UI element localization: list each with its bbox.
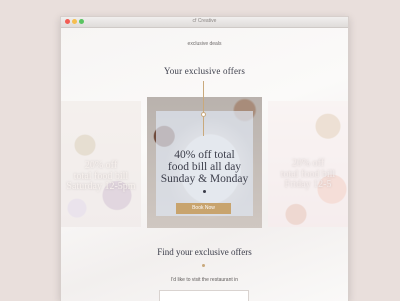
offer-card-saturday[interactable]: 20% off total food bill Saturday 12-5pm: [61, 101, 141, 227]
page-content: exclusive deals Your exclusive offers 20…: [61, 28, 348, 301]
book-now-button[interactable]: Book Now: [176, 203, 231, 214]
offer-line: food bill all day: [167, 161, 242, 174]
page-subtitle: exclusive deals: [187, 41, 222, 47]
title-bar: cf Creative: [61, 17, 348, 28]
browser-window: cf Creative exclusive deals Your exclusi…: [60, 16, 349, 301]
offer-text: 40% off total food bill all day Sunday &…: [147, 149, 262, 185]
offer-line: Saturday 12-5pm: [66, 181, 136, 192]
offer-line: Sunday & Monday: [160, 173, 249, 186]
offer-text: 20% off total food bill Saturday 12-5pm: [61, 160, 141, 193]
find-offers-heading: Find your exclusive offers: [157, 247, 252, 257]
window-title: cf Creative: [192, 18, 217, 24]
restaurant-location-select[interactable]: [159, 290, 249, 301]
visit-label: I'd like to visit the restaurant in: [170, 277, 239, 283]
offer-line: Friday 12-5: [284, 179, 332, 190]
dot-divider-icon: [202, 264, 205, 267]
divider-line: [203, 81, 204, 113]
page-title: Your exclusive offers: [163, 66, 246, 76]
offer-text: 20% off total food bill Friday 12-5: [268, 158, 348, 191]
dot-divider-icon: [203, 190, 206, 193]
offer-card-friday[interactable]: 20% off total food bill Friday 12-5: [268, 101, 348, 227]
offer-line: 20% off: [84, 160, 118, 171]
divider-line: [203, 116, 204, 136]
offer-line: 20% off: [291, 158, 325, 169]
offer-line: 40% off total: [174, 149, 235, 161]
